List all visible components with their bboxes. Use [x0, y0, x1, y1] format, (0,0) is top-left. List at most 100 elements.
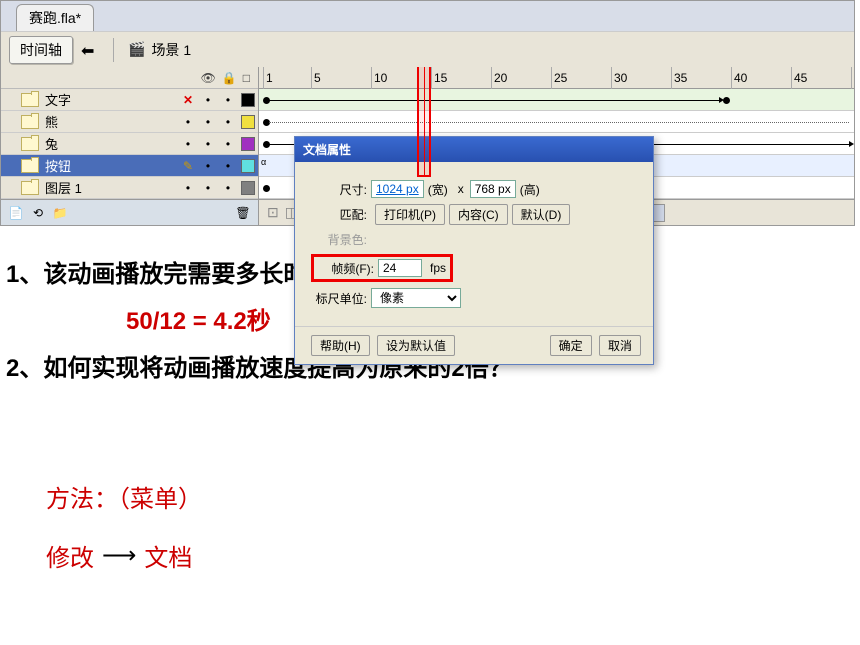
lock-icon[interactable]: 🔒	[222, 71, 237, 85]
layer-row[interactable]: 按钮✎••	[1, 155, 258, 177]
dot-icon[interactable]: •	[178, 181, 198, 195]
lock-dot-icon[interactable]: •	[198, 181, 218, 195]
delete-layer-icon[interactable]: 🗑	[234, 204, 252, 222]
layer-color-swatch[interactable]	[241, 137, 255, 151]
ruler-tick: 30	[611, 67, 627, 89]
contents-button[interactable]: 内容(C)	[449, 204, 508, 225]
slide-content: 1、该动画播放完需要多长时间？ 50/12 = 4.2秒 2、如何实现将动画播放…	[0, 226, 860, 411]
layer-folder-icon	[21, 181, 39, 195]
back-arrow-icon[interactable]: ⬅	[81, 41, 99, 59]
fps-input[interactable]	[378, 259, 422, 277]
layer-name: 按钮	[45, 156, 178, 175]
ruler-tick: 15	[431, 67, 447, 89]
ruler-tick: 10	[371, 67, 387, 89]
frames-row[interactable]	[259, 89, 854, 111]
layers-footer: 📄 ⟲ 📁 🗑	[1, 199, 258, 225]
layer-folder-icon	[21, 137, 39, 151]
scene-icon: 🎬	[128, 41, 145, 58]
bgcolor-label: 背景色:	[311, 231, 367, 248]
outline-dot-icon[interactable]: •	[218, 137, 238, 151]
center-frame-icon[interactable]: ⊡	[267, 204, 279, 221]
layer-row[interactable]: 兔•••	[1, 133, 258, 155]
height-input[interactable]: 768 px	[470, 180, 516, 198]
scene-selector[interactable]: 🎬 场景 1	[128, 40, 191, 60]
layer-name: 文字	[45, 90, 178, 109]
add-motion-icon[interactable]: ⟲	[29, 204, 47, 222]
layer-folder-icon	[21, 93, 39, 107]
layer-row[interactable]: 熊•••	[1, 111, 258, 133]
ruler-tick: 1	[263, 67, 273, 89]
ruler-tick: 40	[731, 67, 747, 89]
layer-row[interactable]: 文字✕••	[1, 89, 258, 111]
outline-dot-icon[interactable]: •	[218, 181, 238, 195]
hide-icon[interactable]: ✕	[178, 93, 198, 107]
width-unit: (宽)	[428, 181, 448, 198]
help-button[interactable]: 帮助(H)	[311, 335, 370, 356]
size-label: 尺寸:	[311, 181, 367, 198]
lock-dot-icon[interactable]: •	[198, 93, 218, 107]
playhead[interactable]	[417, 67, 431, 177]
bgcolor-row: 背景色:	[311, 231, 637, 248]
dotted-span	[269, 122, 849, 123]
ruler-tick: 45	[791, 67, 807, 89]
step-modify: 修改	[46, 538, 94, 573]
keyframe-icon	[723, 97, 730, 104]
ruler-tick: 5	[311, 67, 321, 89]
frame-ruler[interactable]: 1 5 10 15 20 25 30 35 40 45 50	[259, 67, 854, 89]
cancel-button[interactable]: 取消	[599, 335, 641, 356]
timeline-button[interactable]: 时间轴	[9, 36, 73, 64]
layer-name: 图层 1	[45, 178, 178, 197]
pencil-icon[interactable]: ✎	[178, 159, 198, 173]
fps-label: 帧频(F):	[318, 260, 374, 277]
ruler-units-select[interactable]: 像素	[371, 288, 461, 308]
ruler-units-label: 标尺单位:	[311, 290, 367, 307]
outline-dot-icon[interactable]: •	[218, 115, 238, 129]
outline-dot-icon[interactable]: •	[218, 159, 238, 173]
add-folder-icon[interactable]: 📁	[51, 204, 69, 222]
ok-button[interactable]: 确定	[550, 335, 592, 356]
layer-folder-icon	[21, 159, 39, 173]
lock-dot-icon[interactable]: •	[198, 137, 218, 151]
fps-highlight-box: 帧频(F): fps	[311, 254, 453, 282]
fps-row: 帧频(F): fps	[311, 254, 637, 282]
document-tab[interactable]: 赛跑.fla*	[16, 4, 94, 31]
outline-dot-icon[interactable]: •	[218, 93, 238, 107]
layers-header: 👁 🔒 □	[1, 67, 258, 89]
layer-color-swatch[interactable]	[241, 115, 255, 129]
set-default-button[interactable]: 设为默认值	[377, 335, 455, 356]
lock-dot-icon[interactable]: •	[198, 159, 218, 173]
document-properties-dialog: 文档属性 尺寸: 1024 px (宽) x 768 px (高) 匹配: 打印…	[294, 136, 654, 365]
layer-color-swatch[interactable]	[241, 181, 255, 195]
default-button[interactable]: 默认(D)	[512, 204, 571, 225]
lock-dot-icon[interactable]: •	[198, 115, 218, 129]
fps-unit: fps	[430, 261, 446, 275]
dot-icon[interactable]: •	[178, 115, 198, 129]
height-unit: (高)	[520, 181, 540, 198]
dialog-buttons: 帮助(H) 设为默认值 确定 取消	[295, 326, 653, 364]
add-layer-icon[interactable]: 📄	[7, 204, 25, 222]
size-row: 尺寸: 1024 px (宽) x 768 px (高)	[311, 180, 637, 198]
method-block: 方法：（菜单） 修改 ⟶ 文档	[26, 455, 202, 573]
layer-color-swatch[interactable]	[241, 159, 255, 173]
tween-span	[269, 100, 719, 101]
dialog-body: 尺寸: 1024 px (宽) x 768 px (高) 匹配: 打印机(P) …	[295, 162, 653, 326]
ruler-units-row: 标尺单位: 像素	[311, 288, 637, 308]
outline-icon[interactable]: □	[243, 71, 250, 85]
dot-icon[interactable]: •	[178, 137, 198, 151]
layer-color-swatch[interactable]	[241, 93, 255, 107]
printer-button[interactable]: 打印机(P)	[375, 204, 445, 225]
eye-icon[interactable]: 👁	[201, 71, 216, 85]
frame-label-icon: α	[261, 157, 266, 167]
layer-row[interactable]: 图层 1•••	[1, 177, 258, 199]
method-label: 方法：（菜单）	[46, 479, 202, 514]
ruler-tick: 25	[551, 67, 567, 89]
arrow-icon: ⟶	[102, 541, 136, 570]
ruler-tick: 50	[851, 67, 854, 89]
x-separator: x	[458, 182, 464, 196]
divider	[113, 38, 114, 62]
frames-row[interactable]	[259, 111, 854, 133]
layer-folder-icon	[21, 115, 39, 129]
width-input[interactable]: 1024 px	[371, 180, 424, 198]
layer-name: 兔	[45, 134, 178, 153]
layer-name: 熊	[45, 112, 178, 131]
